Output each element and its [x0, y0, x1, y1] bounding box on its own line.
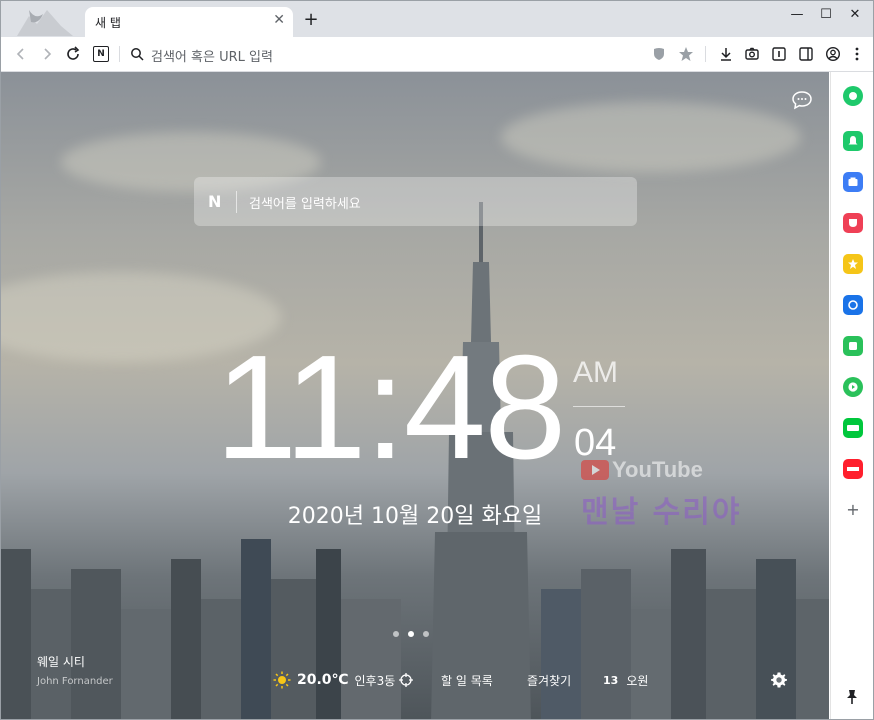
whale-home-icon: [849, 92, 857, 100]
photo-credit: John Fornander: [37, 676, 113, 687]
sidebar-item-memo[interactable]: [843, 336, 863, 356]
search-divider: [236, 191, 237, 213]
sidebar-item-webtoon[interactable]: [843, 418, 863, 438]
tab-new-tab[interactable]: 새 탭 ✕: [85, 7, 293, 37]
new-tab-button[interactable]: +: [301, 9, 321, 30]
address-input[interactable]: 검색어 혹은 URL 입력: [151, 46, 273, 65]
reader-mode-icon[interactable]: [769, 44, 789, 64]
profile-icon[interactable]: [823, 44, 843, 64]
location-target-button[interactable]: [399, 670, 413, 690]
tasks-label: 오원: [626, 673, 649, 688]
naver-search-box[interactable]: N 검색어를 입력하세요: [194, 177, 637, 226]
sidebar-add-button[interactable]: +: [843, 500, 863, 519]
player-icon: [848, 382, 858, 392]
clock-ampm: AM: [573, 356, 618, 389]
sidebar-item-now[interactable]: [843, 459, 863, 479]
sidebar-item-store[interactable]: [843, 172, 863, 192]
cloud: [501, 102, 801, 172]
more-menu-icon[interactable]: [847, 44, 867, 64]
naver-badge: N: [93, 46, 109, 62]
shield-icon[interactable]: [649, 44, 669, 64]
background-location: 웨일 시티: [37, 655, 85, 669]
minimize-button[interactable]: —: [783, 4, 811, 26]
sidebar-item-home[interactable]: [843, 86, 863, 106]
new-tab-page: N 검색어를 입력하세요 11:48 AM 04 2020년 10월 20일 화…: [1, 72, 829, 719]
sidebar-item-favorites[interactable]: [843, 254, 863, 274]
separator: [705, 46, 706, 62]
gear-icon[interactable]: [770, 671, 788, 689]
pin-icon[interactable]: [845, 689, 859, 705]
bookmark-star-icon[interactable]: [676, 44, 696, 64]
weather-widget[interactable]: 20.0℃ 인후3동: [273, 670, 395, 690]
search-input[interactable]: 검색어를 입력하세요: [249, 193, 361, 212]
pocket-icon: [849, 219, 857, 227]
camera-icon[interactable]: [742, 44, 762, 64]
clock-time: 11:48: [215, 325, 566, 490]
youtube-label: YouTube: [612, 457, 703, 482]
browser-window: 새 탭 ✕ + — ☐ ✕ N 검색어 혹은 URL 입력 N 검색어를 입력하…: [0, 0, 874, 720]
back-icon[interactable]: [11, 44, 31, 64]
sidebar-item-pocket[interactable]: [843, 213, 863, 233]
slide-dot[interactable]: [423, 631, 429, 637]
tasks-widget[interactable]: 13 오원: [603, 670, 648, 690]
close-window-button[interactable]: ✕: [841, 4, 869, 26]
crosshair-icon: [399, 673, 413, 687]
whale-sidebar: +: [830, 72, 873, 719]
translate-icon: [848, 300, 858, 310]
todo-list-link[interactable]: 할 일 목록: [441, 670, 493, 690]
tab-close-icon[interactable]: ✕: [273, 12, 285, 28]
youtube-play-icon: [581, 460, 609, 480]
memo-icon: [849, 342, 857, 350]
sidebar-toggle-icon[interactable]: [796, 44, 816, 64]
maximize-button[interactable]: ☐: [812, 4, 840, 26]
search-icon: [127, 44, 147, 64]
slide-dot-active[interactable]: [408, 631, 414, 637]
webtoon-icon: [847, 425, 859, 431]
weather-location: 인후3동: [354, 673, 396, 688]
channel-watermark: YouTube 맨날 수리야: [581, 457, 741, 531]
star-icon: [848, 259, 858, 269]
naver-home-icon[interactable]: N: [91, 44, 111, 64]
bookmarks-link[interactable]: 즐겨찾기: [527, 670, 571, 690]
forward-icon[interactable]: [37, 44, 57, 64]
store-icon: [848, 177, 858, 186]
naver-logo-icon: N: [208, 192, 222, 211]
toolbar: N 검색어 혹은 URL 입력: [1, 37, 873, 72]
tasks-count: 13: [603, 673, 619, 687]
chat-bubble-icon[interactable]: [791, 90, 813, 110]
slide-indicator: [393, 622, 438, 641]
sidebar-item-player[interactable]: [843, 377, 863, 397]
slide-dot[interactable]: [393, 631, 399, 637]
clock-divider: [573, 406, 625, 407]
download-icon[interactable]: [716, 44, 736, 64]
sidebar-item-translate[interactable]: [843, 295, 863, 315]
weather-temperature: 20.0℃: [297, 672, 349, 688]
sidebar-item-notifications[interactable]: [843, 131, 863, 151]
whale-logo-icon: [17, 10, 73, 36]
sun-icon: [273, 671, 291, 689]
title-bar: 새 탭 ✕ + — ☐ ✕: [1, 1, 873, 37]
separator: [119, 46, 120, 62]
notification-icon: [848, 136, 858, 145]
tab-title: 새 탭: [95, 16, 121, 30]
now-icon: [847, 467, 859, 471]
reload-icon[interactable]: [63, 44, 83, 64]
channel-name: 맨날 수리야: [581, 495, 742, 530]
